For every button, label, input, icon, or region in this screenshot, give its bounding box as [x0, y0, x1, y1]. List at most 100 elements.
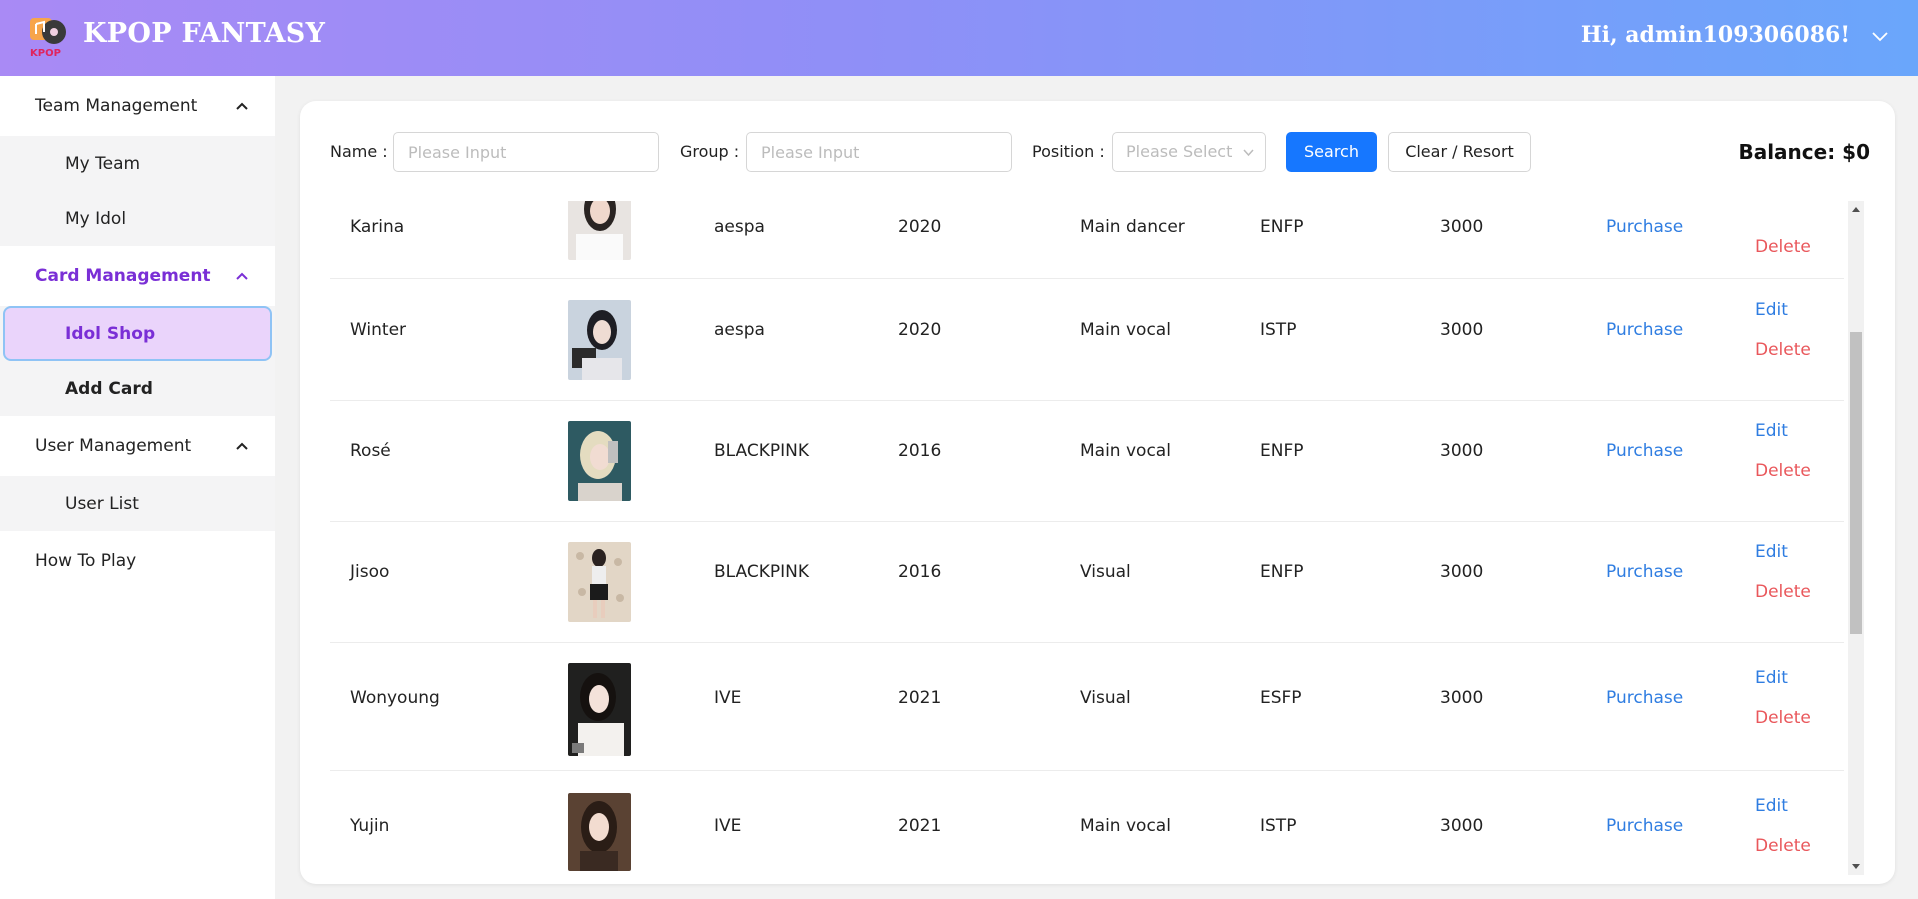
sidebar-item-my-team[interactable]: My Team — [0, 136, 275, 191]
idol-price: 3000 — [1440, 320, 1484, 340]
purchase-link[interactable]: Purchase — [1606, 441, 1683, 461]
menu-title-label: User Management — [35, 436, 192, 456]
position-select[interactable]: Please Select — [1112, 132, 1266, 172]
purchase-link[interactable]: Purchase — [1606, 688, 1683, 708]
idol-photo — [568, 663, 631, 756]
clear-resort-button[interactable]: Clear / Resort — [1388, 132, 1531, 172]
search-button[interactable]: Search — [1286, 132, 1377, 172]
idol-group: BLACKPINK — [714, 441, 810, 461]
top-bar: KPOP KPOP FANTASY Hi, admin109306086! — [0, 0, 1918, 76]
idol-group: aespa — [714, 320, 765, 340]
idol-group: IVE — [714, 816, 742, 836]
idol-price: 3000 — [1440, 441, 1484, 461]
idol-name: Yujin — [350, 816, 390, 836]
purchase-link[interactable]: Purchase — [1606, 816, 1683, 836]
idol-mbti: ENFP — [1260, 217, 1304, 237]
position-select-placeholder: Please Select — [1126, 142, 1233, 161]
idol-photo — [568, 201, 631, 260]
menu-title-label: Card Management — [35, 266, 211, 286]
idol-name: Jisoo — [350, 562, 390, 582]
delete-link[interactable]: Delete — [1755, 836, 1811, 856]
idol-mbti: ISTP — [1260, 320, 1297, 340]
chevron-down-icon[interactable] — [1870, 27, 1890, 47]
menu-user-management[interactable]: User Management — [0, 416, 275, 476]
scrollbar-thumb[interactable] — [1850, 332, 1862, 634]
chevron-up-icon — [236, 272, 248, 280]
idol-debut-year: 2020 — [898, 217, 942, 237]
table-row: Winter aespa 2020 Main vocal ISTP 3000 P… — [330, 280, 1844, 401]
edit-link[interactable]: Edit — [1755, 300, 1788, 320]
idol-price: 3000 — [1440, 688, 1484, 708]
idol-price: 3000 — [1440, 816, 1484, 836]
menu-card-management[interactable]: Card Management — [0, 246, 275, 306]
idol-price: 3000 — [1440, 217, 1484, 237]
delete-link[interactable]: Delete — [1755, 340, 1811, 360]
idol-photo — [568, 542, 631, 622]
idol-debut-year: 2021 — [898, 816, 942, 836]
idol-mbti: ISTP — [1260, 816, 1297, 836]
idol-group: IVE — [714, 688, 742, 708]
idol-shop-panel: Name : Group : Position : Please Select … — [300, 101, 1895, 884]
menu-group-card: Card Management Idol Shop Add Card — [0, 246, 275, 416]
idol-position: Main dancer — [1080, 217, 1185, 237]
purchase-link[interactable]: Purchase — [1606, 320, 1683, 340]
balance-display: Balance: $0 — [1738, 140, 1870, 164]
table-row: Yujin IVE 2021 Main vocal ISTP 3000 Purc… — [330, 771, 1844, 875]
menu-group-user: User Management User List — [0, 416, 275, 531]
sidebar-item-my-idol[interactable]: My Idol — [0, 191, 275, 246]
sidebar-item-user-list[interactable]: User List — [0, 476, 275, 531]
idol-position: Main vocal — [1080, 441, 1171, 461]
delete-link[interactable]: Delete — [1755, 461, 1811, 481]
name-search-input[interactable] — [393, 132, 659, 172]
idol-photo — [568, 421, 631, 501]
idol-mbti: ENFP — [1260, 562, 1304, 582]
chevron-up-icon — [236, 102, 248, 110]
app-title: KPOP FANTASY — [83, 18, 326, 49]
delete-link[interactable]: Delete — [1755, 582, 1811, 602]
edit-link[interactable]: Edit — [1755, 796, 1788, 816]
idol-position: Main vocal — [1080, 816, 1171, 836]
table-scrollbar[interactable] — [1848, 201, 1864, 875]
sidebar-item-how-to-play[interactable]: How To Play — [0, 531, 275, 591]
menu-title-label: Team Management — [35, 96, 198, 116]
idol-debut-year: 2020 — [898, 320, 942, 340]
edit-link[interactable]: Edit — [1755, 668, 1788, 688]
idol-mbti: ENFP — [1260, 441, 1304, 461]
chevron-up-icon — [236, 442, 248, 450]
name-filter-label: Name : — [330, 142, 388, 161]
idol-group: aespa — [714, 217, 765, 237]
menu-team-management[interactable]: Team Management — [0, 76, 275, 136]
edit-link[interactable]: Edit — [1755, 421, 1788, 441]
table-row: Jisoo BLACKPINK 2016 Visual ENFP 3000 Pu… — [330, 522, 1844, 643]
idol-position: Visual — [1080, 688, 1131, 708]
sidebar: Team Management My Team My Idol Card Man… — [0, 76, 275, 899]
scroll-down-arrow-icon[interactable] — [1851, 861, 1861, 871]
sidebar-item-idol-shop[interactable]: Idol Shop — [3, 306, 272, 361]
idol-photo — [568, 300, 631, 380]
purchase-link[interactable]: Purchase — [1606, 217, 1683, 237]
position-filter-label: Position : — [1032, 142, 1105, 161]
svg-text:KPOP: KPOP — [30, 48, 61, 58]
delete-link[interactable]: Delete — [1755, 237, 1811, 257]
table-row: Rosé BLACKPINK 2016 Main vocal ENFP 3000… — [330, 401, 1844, 522]
scroll-up-arrow-icon[interactable] — [1851, 205, 1861, 215]
edit-link[interactable]: Edit — [1755, 542, 1788, 562]
idol-debut-year: 2016 — [898, 441, 942, 461]
delete-link[interactable]: Delete — [1755, 708, 1811, 728]
idol-position: Visual — [1080, 562, 1131, 582]
idol-table: Karina aespa 2020 Main dancer ENFP 3000 … — [330, 201, 1862, 875]
sidebar-item-add-card[interactable]: Add Card — [0, 361, 275, 416]
idol-name: Karina — [350, 217, 405, 237]
app-logo[interactable]: KPOP — [28, 16, 70, 59]
user-greeting[interactable]: Hi, admin109306086! — [1581, 22, 1850, 48]
group-search-input[interactable] — [746, 132, 1012, 172]
idol-debut-year: 2016 — [898, 562, 942, 582]
purchase-link[interactable]: Purchase — [1606, 562, 1683, 582]
idol-name: Rosé — [350, 441, 391, 461]
menu-group-team: Team Management My Team My Idol — [0, 76, 275, 246]
idol-position: Main vocal — [1080, 320, 1171, 340]
idol-photo — [568, 793, 631, 871]
idol-mbti: ESFP — [1260, 688, 1302, 708]
idol-name: Wonyoung — [350, 688, 440, 708]
filter-toolbar: Name : Group : Position : Please Select … — [330, 132, 1870, 172]
